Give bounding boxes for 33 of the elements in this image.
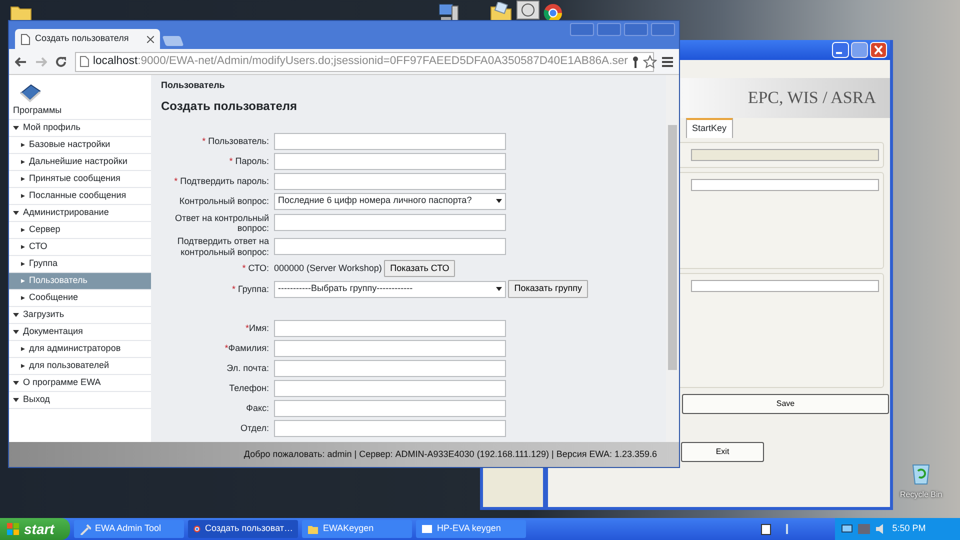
field-label: * Подтвердить пароль: — [173, 176, 269, 186]
field-label: Телефон: — [228, 383, 269, 394]
field-label: * СТО: — [241, 263, 269, 274]
field-label: Отдел: — [239, 423, 269, 434]
clock: 5:50 PM — [892, 522, 926, 536]
exit-button[interactable]: Exit — [681, 442, 764, 462]
taskbar-button[interactable]: EWA Admin Tool — [74, 520, 184, 538]
field-label: Подтвердить ответ на контрольный вопрос: — [176, 236, 269, 257]
browser-tab[interactable]: Создать пользователя — [15, 29, 160, 49]
field-label: * Пользователь: — [201, 136, 269, 146]
save-button[interactable]: Save — [682, 394, 889, 414]
recycle-bin-label: Recycle Bin — [900, 489, 942, 501]
status-bar: Добро пожаловать: admin | Сервер: ADMIN-A933E4030 (192.168.111.129) | Версия EWA: 1.23.359.6 — [9, 442, 679, 467]
taskbar-button[interactable]: EWAKeygen — [302, 520, 412, 538]
dropdown[interactable]: Последние 6 цифр номера личного паспорта? — [274, 192, 506, 210]
taskbar-button[interactable]: HP-EVA keygen — [416, 520, 526, 538]
taskbar-button[interactable]: Создать пользоват… — [188, 520, 298, 538]
field-label: Факс: — [245, 403, 269, 414]
tab[interactable]: StartKey — [686, 118, 733, 138]
tab-title: Создать пользователя — [35, 32, 130, 46]
breadcrumb-text: Пользователь — [161, 79, 226, 92]
page-title: Создать пользователя — [161, 98, 298, 114]
field-label: *Фамилия: — [224, 343, 269, 354]
field-label: *Имя: — [244, 323, 269, 334]
show-button[interactable]: Показать СТО — [384, 260, 456, 278]
dropdown[interactable]: -----------Выбрать группу------------ — [274, 280, 506, 298]
field-label: Контрольный вопрос: — [178, 196, 269, 206]
field-label: * Пароль: — [228, 156, 269, 166]
field-label: * Группа: — [230, 284, 269, 294]
field-value: 000000 (Server Workshop) — [274, 262, 382, 275]
show-button[interactable]: Показать группу — [508, 280, 588, 298]
field-label: Эл. почта: — [226, 363, 269, 374]
field-label: Ответ на контрольный вопрос: — [174, 212, 269, 234]
